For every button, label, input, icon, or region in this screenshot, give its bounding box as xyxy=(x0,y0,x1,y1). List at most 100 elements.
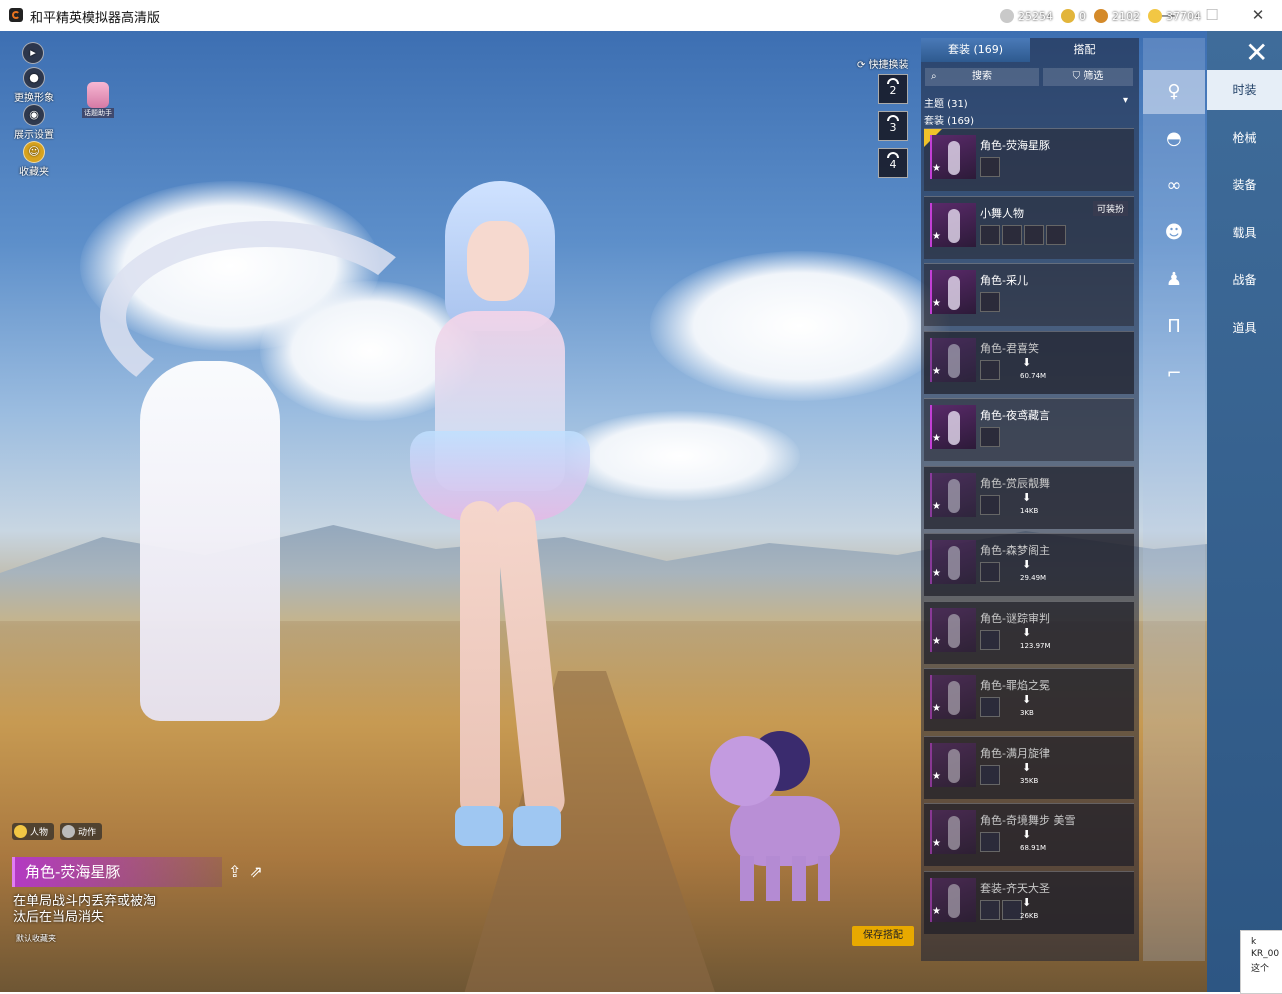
close-window-button[interactable]: ✕ xyxy=(1243,5,1273,25)
quick-slot-2[interactable]: 2 xyxy=(878,74,908,104)
outfit-item[interactable]: ★ 角色-谜踪审判 ⬇ 123.97M xyxy=(924,600,1134,664)
outfit-part-slot[interactable] xyxy=(980,494,1000,515)
outfit-part-slot[interactable] xyxy=(980,899,1000,920)
person-icon xyxy=(62,825,76,838)
cat-vehicles[interactable]: 载具 xyxy=(1207,213,1282,253)
outfit-item[interactable]: ★ 角色-采儿 xyxy=(924,263,1134,326)
favorites-button[interactable]: ☺ 收藏夹 xyxy=(8,141,60,178)
search-icon: ⌕ xyxy=(931,71,937,82)
glasses-icon[interactable]: ∞ xyxy=(1143,164,1205,208)
outfit-part-slot[interactable] xyxy=(980,427,1000,447)
display-settings-button[interactable]: ◉ 展示设置 xyxy=(8,104,60,141)
outfit-part-slot[interactable] xyxy=(980,359,1000,380)
smile-icon xyxy=(14,825,27,838)
search-input[interactable]: ⌕ 搜索 xyxy=(925,68,1039,86)
quick-slot-4[interactable]: 4 xyxy=(878,148,908,178)
hat-icon[interactable]: ◓ xyxy=(1143,117,1205,161)
download-icon[interactable]: ⬇ xyxy=(1022,896,1031,909)
filter-button[interactable]: ⛉ 筛选 xyxy=(1043,68,1133,86)
outfit-item[interactable]: ★ 角色-君喜笑 ⬇ 60.74M xyxy=(924,330,1134,394)
download-icon[interactable]: ⬇ xyxy=(1022,558,1031,571)
outfit-part-slot[interactable] xyxy=(980,292,1000,312)
maximize-button[interactable]: ☐ xyxy=(1197,5,1227,25)
expand-button[interactable]: ▸ xyxy=(22,42,44,64)
outfit-name: 角色-君喜笑 xyxy=(980,341,1039,355)
share-icon[interactable]: ⇗ xyxy=(249,862,262,881)
download-icon[interactable]: ⬇ xyxy=(1022,828,1031,841)
outfit-list-panel: 套装 (169) 搭配 ⌕ 搜索 ⛉ 筛选 主题 (31) ▾ 套装 (169) … xyxy=(921,38,1139,961)
download-icon[interactable]: ⬇ xyxy=(1022,356,1031,369)
cat-equipment[interactable]: 装备 xyxy=(1207,165,1282,205)
person-icon: ● xyxy=(23,67,45,89)
gold-coin-icon xyxy=(1148,9,1162,23)
helper-avatar-icon xyxy=(87,82,109,108)
equippable-badge: 可装扮 xyxy=(1092,200,1128,216)
outfit-part-slot[interactable] xyxy=(1002,899,1022,920)
outfit-part-slot[interactable] xyxy=(980,562,1000,582)
outfit-item[interactable]: ★ 角色-赏辰靓舞 ⬇ 14KB xyxy=(924,465,1134,529)
cat-props[interactable]: 道具 xyxy=(1207,308,1282,348)
download-icon[interactable]: ⬇ xyxy=(1022,491,1031,504)
outfit-part-slot[interactable] xyxy=(1024,224,1044,245)
outfit-item[interactable]: ★ 角色-满月旋律 ⬇ 35KB xyxy=(924,735,1134,799)
outfit-name: 角色-夜鸢藏言 xyxy=(980,409,1050,422)
star-icon: ★ xyxy=(932,635,941,647)
outfit-part-slot[interactable] xyxy=(980,832,1000,852)
outfit-part-slot[interactable] xyxy=(1002,224,1022,245)
tab-suits[interactable]: 套装 (169) xyxy=(921,38,1030,62)
quick-slot-3[interactable]: 3 xyxy=(878,111,908,141)
tab-action[interactable]: 动作 xyxy=(60,823,103,840)
outfit-part-slot[interactable] xyxy=(980,629,1000,650)
download-icon[interactable]: ⬇ xyxy=(1022,626,1031,639)
download-size: 26KB xyxy=(1020,911,1039,920)
mask-icon[interactable]: ☻ xyxy=(1143,211,1205,255)
topic-helper-button[interactable]: 话题助手 xyxy=(82,82,114,122)
display-settings-label: 展示设置 xyxy=(14,130,54,141)
outfit-part-slot[interactable] xyxy=(980,224,1000,245)
outfit-icon[interactable]: ♟ xyxy=(1143,258,1205,302)
download-icon[interactable]: ⬇ xyxy=(1022,761,1031,774)
outfit-name: 角色-赏辰靓舞 xyxy=(980,476,1050,490)
share-actions: ⇪ ⇗ xyxy=(228,862,263,881)
quick-change-label[interactable]: ⟳ 快捷换装 xyxy=(857,56,909,71)
cat-fashion[interactable]: 时装 xyxy=(1207,70,1282,110)
star-icon: ★ xyxy=(932,298,941,309)
outfit-item[interactable]: ★ 角色-荧海星豚 xyxy=(924,128,1134,191)
cat-guns[interactable]: 枪械 xyxy=(1207,118,1282,158)
notification-popup[interactable]: k KR_00 这个 xyxy=(1240,930,1282,994)
star-icon: ★ xyxy=(932,230,941,242)
star-icon: ★ xyxy=(932,703,941,714)
outfit-item[interactable]: ★ 角色-罪焰之冕 ⬇ 3KB xyxy=(924,668,1134,731)
pony-pet xyxy=(710,731,850,906)
outfit-item[interactable]: ★ 角色-森梦阁主 ⬇ 29.49M xyxy=(924,533,1134,596)
change-avatar-button[interactable]: ● 更换形象 xyxy=(8,67,60,104)
pants-icon[interactable]: Π xyxy=(1143,305,1205,349)
default-favorites-label[interactable]: 默认收藏夹 xyxy=(16,933,56,944)
figure-icon[interactable]: ♀ xyxy=(1143,70,1205,114)
save-outfit-button[interactable]: 保存搭配 xyxy=(852,926,914,946)
outfit-part-slot[interactable] xyxy=(1046,224,1066,245)
outfit-part-slot[interactable] xyxy=(980,764,1000,785)
outfit-part-slot[interactable] xyxy=(980,697,1000,717)
player-character[interactable] xyxy=(395,181,625,861)
favorite-icon[interactable]: ⇪ xyxy=(228,862,241,881)
white-fox-pet xyxy=(140,361,280,721)
outfit-item[interactable]: ★ 套装-齐天大圣 ⬇ 26KB xyxy=(924,870,1134,934)
tab-match[interactable]: 搭配 xyxy=(1030,38,1139,62)
star-icon: ★ xyxy=(932,433,941,444)
chevron-down-icon: ▾ xyxy=(1122,95,1128,106)
close-icon[interactable]: ✕ xyxy=(1245,36,1268,69)
download-icon[interactable]: ⬇ xyxy=(1022,693,1031,706)
cat-combat[interactable]: 战备 xyxy=(1207,260,1282,300)
shoes-icon[interactable]: ⌐ xyxy=(1143,352,1205,396)
outfit-item[interactable]: ★ 小舞人物 可装扮 xyxy=(924,195,1134,259)
play-icon: ▸ xyxy=(22,42,44,64)
currency-token: 0 xyxy=(1061,9,1086,23)
outfit-part-slot[interactable] xyxy=(980,157,1000,177)
category-sidebar: 时装 枪械 装备 载具 战备 道具 xyxy=(1207,31,1282,992)
outfit-item[interactable]: ★ 角色-夜鸢藏言 xyxy=(924,398,1134,461)
theme-dropdown[interactable]: 主题 (31) ▾ xyxy=(924,95,1134,110)
outfit-item[interactable]: ★ 角色-奇境舞步 美雪 ⬇ 68.91M xyxy=(924,803,1134,866)
filter-icon: ⛉ xyxy=(1072,71,1084,82)
tab-character[interactable]: 人物 xyxy=(12,823,55,840)
